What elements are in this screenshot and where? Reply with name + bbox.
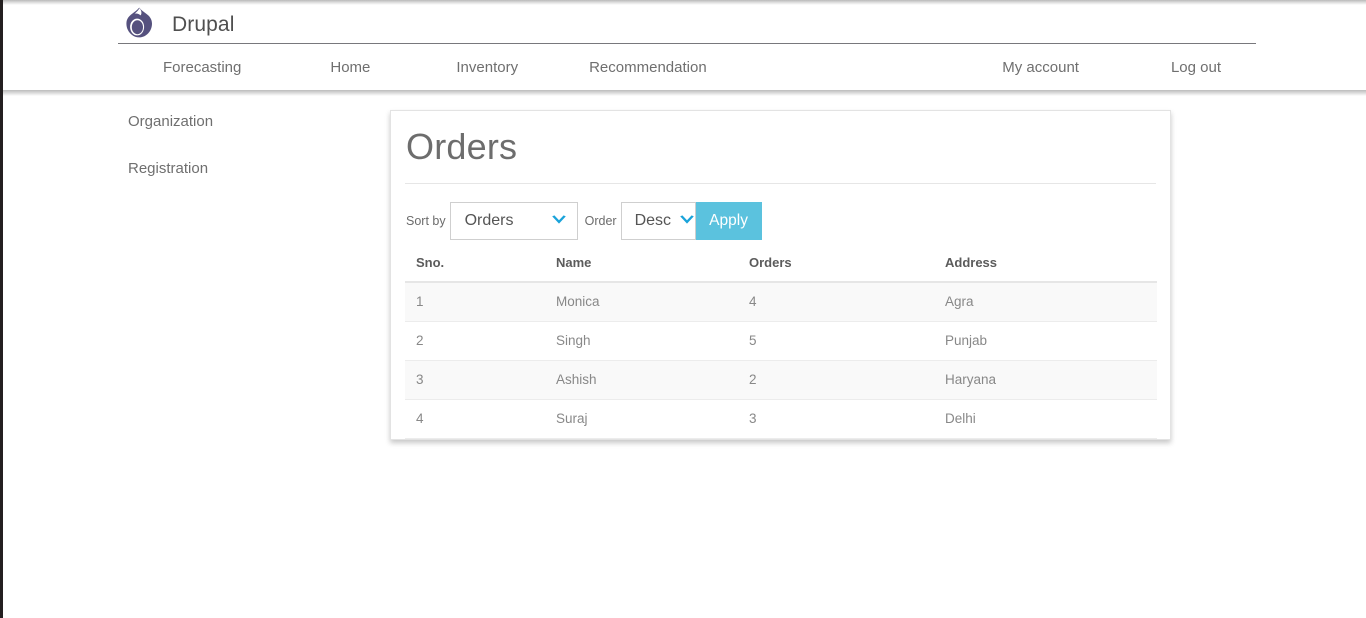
page-title: Orders	[405, 125, 1156, 184]
nav-item-log-out[interactable]: Log out	[1171, 46, 1221, 90]
orders-panel: Orders Sort by Orders Order Desc Apply S…	[390, 110, 1171, 440]
table-cell-sno: 3	[405, 360, 545, 401]
table-row: 1 Monica 4 Agra	[405, 281, 1157, 322]
sidebar: Organization Registration	[115, 103, 375, 188]
chevron-down-icon	[551, 215, 566, 224]
header-bottom-shadow	[3, 90, 1366, 96]
column-header-sno: Sno.	[405, 248, 545, 283]
nav-label-recommendation: Recommendation	[589, 59, 707, 76]
table-cell-orders: 4	[738, 281, 934, 322]
header-divider	[118, 43, 1256, 44]
table-row: 4 Suraj 3 Delhi	[405, 399, 1157, 440]
sidebar-item-label-organization: Organization	[128, 113, 214, 130]
table-cell-address: Agra	[934, 281, 1157, 322]
table-cell-orders: 5	[738, 321, 934, 362]
nav-item-inventory[interactable]: Inventory	[456, 46, 518, 90]
table-cell-address: Delhi	[934, 399, 1157, 440]
apply-button[interactable]: Apply	[695, 201, 762, 240]
orders-table: Sno. Name Orders Address 1 Monica 4 Agra 2 Si…	[405, 248, 1157, 440]
orders-panel-body: Orders Sort by Orders Order Desc Apply S…	[391, 111, 1170, 440]
table-row: 3 Ashish 2 Haryana	[405, 360, 1157, 401]
site-header: Drupal Forecasting Home Inventory Recomm…	[3, 0, 1366, 96]
nav-label-inventory: Inventory	[456, 59, 519, 76]
table-cell-orders: 2	[738, 360, 934, 401]
column-header-address: Address	[934, 248, 1157, 283]
order-select[interactable]: Desc	[620, 201, 696, 240]
sidebar-item-label-registration: Registration	[128, 160, 209, 177]
secondary-nav-group: My account Log out	[1002, 46, 1266, 90]
orders-table-head: Sno. Name Orders Address	[405, 248, 1157, 283]
nav-item-my-account[interactable]: My account	[1002, 46, 1079, 90]
table-cell-sno: 2	[405, 321, 545, 362]
nav-label-forecasting: Forecasting	[163, 59, 242, 76]
sidebar-item-registration[interactable]: Registration	[115, 150, 375, 188]
nav-item-recommendation[interactable]: Recommendation	[589, 46, 707, 90]
table-cell-sno: 1	[405, 281, 545, 322]
chevron-down-icon	[680, 215, 694, 224]
primary-nav-group: Forecasting Home Inventory Recommendatio…	[118, 46, 707, 90]
brand-name: Drupal	[172, 12, 235, 36]
table-cell-name: Ashish	[545, 360, 738, 401]
table-cell-orders: 3	[738, 399, 934, 440]
table-row: 2 Singh 5 Punjab	[405, 321, 1157, 362]
order-label: Order	[584, 213, 617, 228]
brand-home-link[interactable]: Drupal	[125, 4, 234, 44]
table-header-row: Sno. Name Orders Address	[405, 248, 1157, 283]
table-cell-name: Suraj	[545, 399, 738, 440]
column-header-orders: Orders	[738, 248, 934, 283]
table-cell-sno: 4	[405, 399, 545, 440]
orders-table-body: 1 Monica 4 Agra 2 Singh 5 Punjab 3 Ashish 2 Haryana…	[405, 281, 1157, 440]
table-cell-name: Monica	[545, 281, 738, 322]
column-header-name: Name	[545, 248, 738, 283]
table-cell-address: Haryana	[934, 360, 1157, 401]
drupal-droplet-icon	[126, 7, 152, 38]
nav-label-home: Home	[330, 59, 371, 76]
nav-item-home[interactable]: Home	[330, 46, 370, 90]
sidebar-item-organization[interactable]: Organization	[115, 103, 375, 141]
table-cell-name: Singh	[545, 321, 738, 362]
table-cell-address: Punjab	[934, 321, 1157, 362]
sort-by-label: Sort by	[406, 213, 446, 228]
nav-label-log-out: Log out	[1170, 59, 1221, 76]
nav-label-my-account: My account	[1002, 59, 1079, 76]
sort-by-select[interactable]: Orders	[449, 201, 578, 240]
nav-item-forecasting[interactable]: Forecasting	[163, 46, 241, 90]
page-root: Drupal Forecasting Home Inventory Recomm…	[0, 0, 1366, 618]
main-navigation: Forecasting Home Inventory Recommendatio…	[118, 46, 1266, 90]
sort-controls: Sort by Orders Order Desc Apply	[405, 184, 1156, 242]
order-value: Desc	[634, 211, 672, 229]
sort-by-value: Orders	[464, 211, 514, 229]
